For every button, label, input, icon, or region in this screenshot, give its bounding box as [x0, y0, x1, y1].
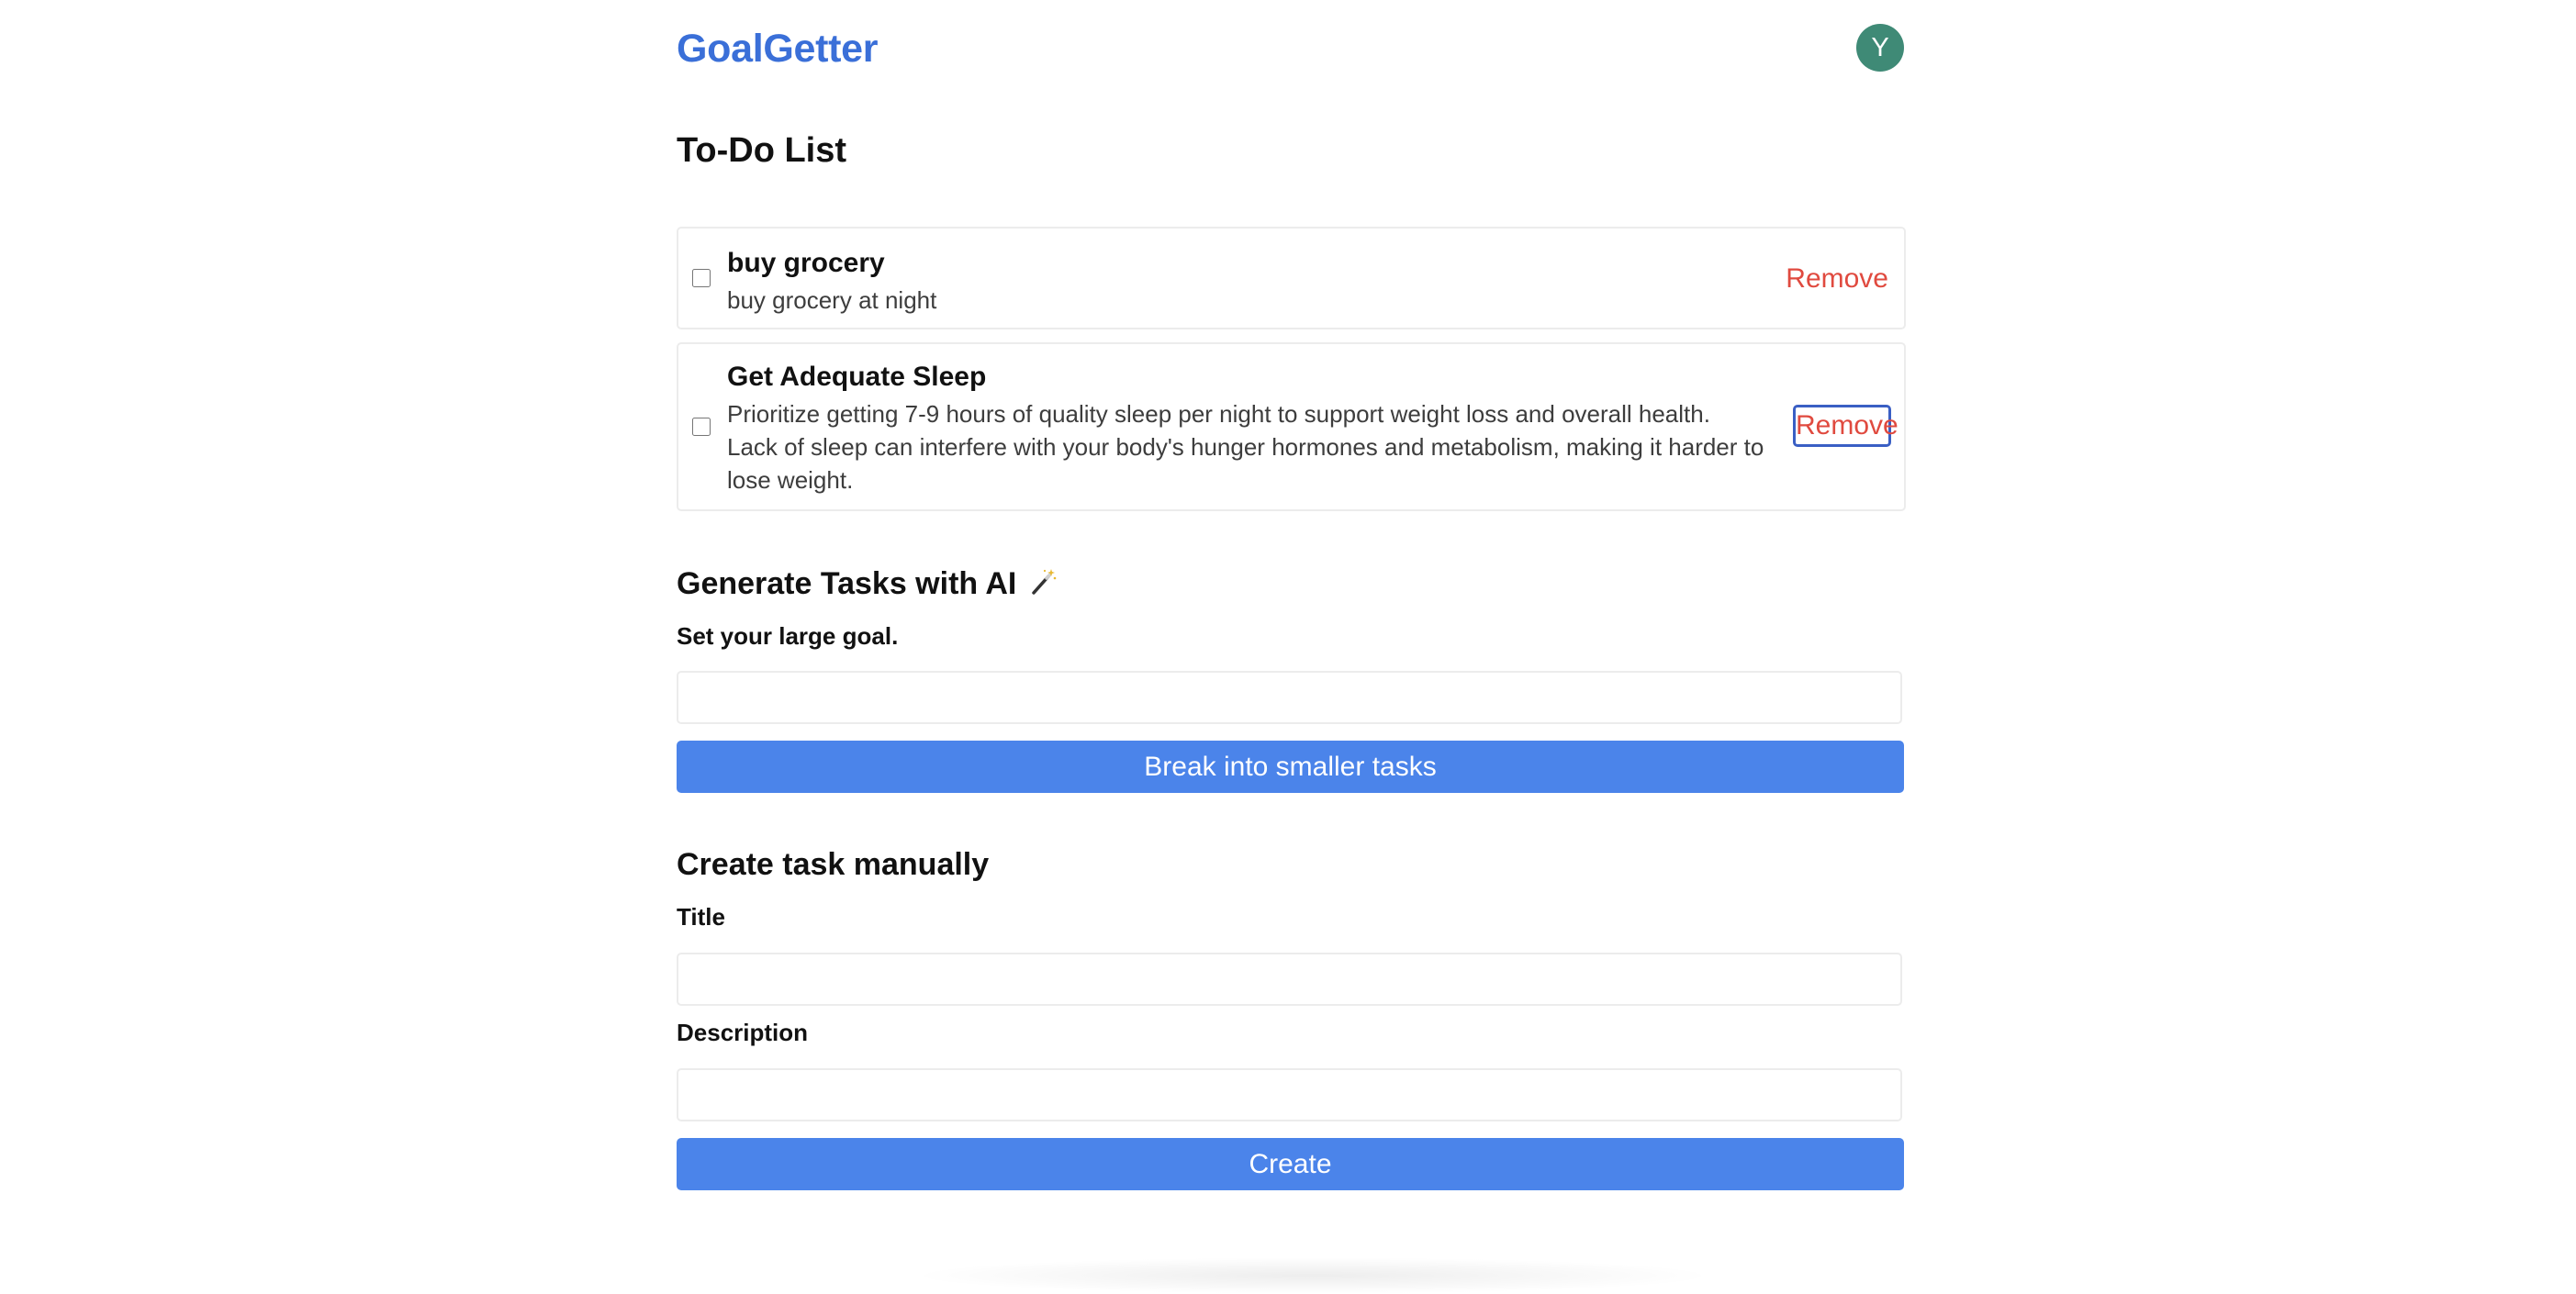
task-content: buy grocery buy grocery at night	[727, 245, 1766, 317]
task-item: Get Adequate Sleep Prioritize getting 7-…	[677, 342, 1906, 511]
bottom-shadow	[909, 1257, 1717, 1294]
todo-list-title: To-Do List	[677, 131, 847, 170]
title-input[interactable]	[677, 953, 1902, 1006]
header: GoalGetter Y	[677, 0, 1904, 97]
remove-task-button[interactable]: Remove	[1793, 405, 1898, 447]
task-title: Get Adequate Sleep	[727, 362, 987, 392]
task-checkbox[interactable]	[692, 269, 711, 287]
goal-input[interactable]	[677, 671, 1902, 724]
description-input[interactable]	[677, 1068, 1902, 1121]
task-description: buy grocery at night	[727, 286, 937, 314]
task-title: buy grocery	[727, 248, 885, 278]
ai-section-title-text: Generate Tasks with AI	[677, 566, 1017, 601]
app-container: GoalGetter Y To-Do List buy grocery buy …	[677, 0, 1906, 1190]
task-item: buy grocery buy grocery at night Remove	[677, 227, 1906, 329]
break-into-tasks-button[interactable]: Break into smaller tasks	[677, 741, 1904, 793]
manual-section-title: Create task manually	[677, 847, 990, 882]
description-label: Description	[677, 1019, 809, 1046]
task-content: Get Adequate Sleep Prioritize getting 7-…	[727, 359, 1766, 496]
task-checkbox[interactable]	[692, 418, 711, 436]
magic-wand-icon	[1031, 565, 1057, 595]
remove-task-button[interactable]: Remove	[1783, 258, 1891, 300]
user-avatar[interactable]: Y	[1856, 24, 1904, 72]
goal-label: Set your large goal.	[677, 622, 899, 650]
brand-logo[interactable]: GoalGetter	[677, 25, 879, 73]
title-label: Title	[677, 903, 725, 931]
create-task-button[interactable]: Create	[677, 1138, 1904, 1190]
task-description: Prioritize getting 7-9 hours of quality …	[727, 400, 1764, 494]
ai-section-title: Generate Tasks with AI	[677, 563, 1057, 604]
